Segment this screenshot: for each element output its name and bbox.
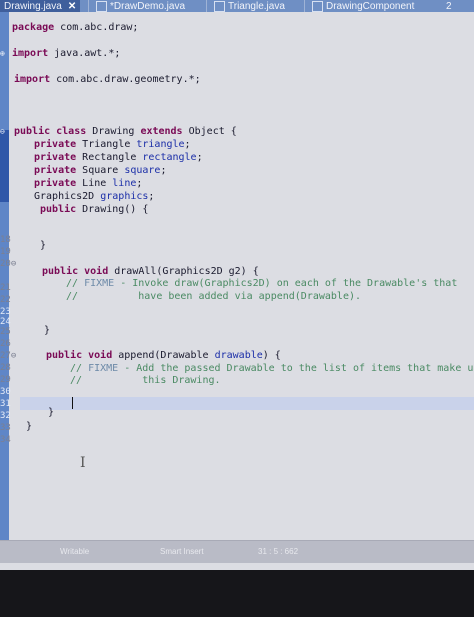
java-file-icon [214, 0, 225, 12]
status-insert-mode: Smart Insert [160, 547, 204, 556]
gutter-marker [0, 154, 9, 166]
code-line-field-rectangle[interactable]: private Rectangle rectangle; [34, 151, 203, 164]
gutter-marker [0, 166, 9, 178]
tab-label: *DrawDemo.java [110, 0, 186, 12]
tab-drawingcomponent[interactable]: DrawingComponent [312, 0, 414, 12]
editor-window: Drawing.java ✕ *DrawDemo.java Triangle.j… [0, 0, 474, 570]
code-line-comment[interactable]: // have been added via append(Drawable). [66, 290, 361, 303]
line-number: 27⊖ [0, 351, 17, 361]
line-number-gutter [0, 12, 9, 540]
ibeam-cursor-icon: I [80, 455, 86, 471]
monitor-bezel [0, 570, 474, 617]
tab-divider [206, 0, 207, 12]
status-writable: Writable [60, 547, 90, 556]
line-number: 21 [0, 283, 11, 293]
code-line-close-brace[interactable]: } [40, 239, 46, 252]
code-line-constructor[interactable]: public Drawing() { [40, 203, 148, 216]
line-number: 28 [0, 363, 11, 373]
tab-drawdemo-java[interactable]: *DrawDemo.java [96, 0, 185, 12]
status-cursor-position: 31 : 5 : 662 [258, 547, 299, 556]
close-icon[interactable]: ✕ [68, 1, 76, 12]
code-line-close-brace[interactable]: } [44, 324, 50, 337]
line-number: 34 [0, 435, 11, 445]
line-number: 19 [0, 247, 11, 257]
code-line-class-decl[interactable]: public class Drawing extends Object { [14, 125, 237, 138]
text-caret [72, 397, 73, 409]
line-number: 33 [0, 423, 11, 433]
current-line-highlight [20, 397, 474, 410]
line-number: 32 [0, 411, 11, 421]
line-number: 30 [0, 387, 11, 397]
fold-icon[interactable]: ⊕ [0, 48, 9, 60]
fold-icon[interactable]: ⊖ [0, 126, 9, 138]
gutter-marker [0, 178, 9, 190]
code-line-field-triangle[interactable]: private Triangle triangle; [34, 138, 191, 151]
code-line-import-geometry[interactable]: import com.abc.draw.geometry.*; [14, 73, 201, 86]
line-number: 31 [0, 399, 11, 409]
tab-divider [88, 0, 89, 12]
line-number: 18 [0, 235, 11, 245]
code-line-append-decl[interactable]: public void append(Drawable drawable) { [46, 349, 281, 362]
code-line-package[interactable]: package com.abc.draw; [12, 21, 138, 34]
editor-tab-bar: Drawing.java ✕ *DrawDemo.java Triangle.j… [0, 0, 474, 12]
line-number: 20⊖ [0, 259, 17, 269]
code-line-close-brace[interactable]: } [26, 420, 32, 433]
tab-overflow-count[interactable]: 2 [446, 0, 452, 12]
tab-label: 2 [446, 0, 452, 12]
java-file-icon [96, 0, 107, 12]
line-number: 25 [0, 327, 11, 337]
tab-drawing-java[interactable]: Drawing.java ✕ [0, 0, 81, 12]
gutter-marker [0, 142, 9, 154]
tab-label: Triangle.java [228, 0, 285, 12]
status-bar: Writable Smart Insert 31 : 5 : 662 [0, 540, 474, 563]
line-number: 22 [0, 295, 11, 305]
gutter-marker [0, 190, 9, 202]
line-number: 29 [0, 375, 11, 385]
tab-label: Drawing.java [4, 0, 62, 12]
code-line-comment[interactable]: // this Drawing. [70, 374, 221, 387]
java-file-icon [312, 0, 323, 12]
code-line-import-awt[interactable]: import java.awt.*; [12, 47, 120, 60]
tab-label: DrawingComponent [326, 0, 415, 12]
line-number: 26 [0, 339, 11, 349]
code-line-fixme-comment[interactable]: // FIXME - Invoke draw(Graphics2D) on ea… [66, 277, 457, 290]
tab-triangle-java[interactable]: Triangle.java [214, 0, 285, 12]
code-line-field-square[interactable]: private Square square; [34, 164, 166, 177]
code-line-close-brace[interactable]: } [48, 406, 54, 419]
tab-divider [304, 0, 305, 12]
code-line-field-line[interactable]: private Line line; [34, 177, 142, 190]
code-line-field-graphics[interactable]: Graphics2D graphics; [34, 190, 154, 203]
